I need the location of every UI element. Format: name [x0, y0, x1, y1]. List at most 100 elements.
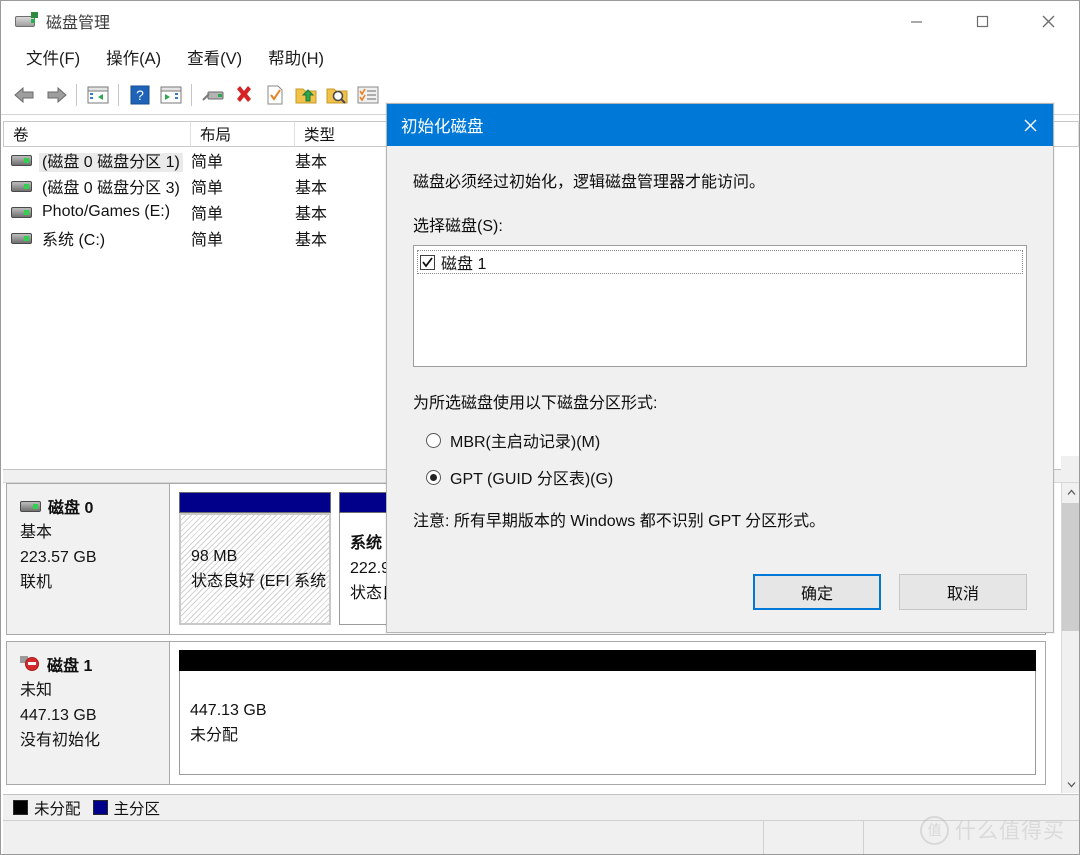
disk-management-icon	[15, 13, 37, 29]
cell-type: 基本	[295, 226, 397, 250]
watermark: 值 什么值得买	[920, 815, 1065, 845]
cell-layout: 简单	[191, 226, 295, 250]
toolbar-separator	[76, 84, 77, 106]
partition-bar	[179, 650, 1036, 671]
scrollbar-thumb[interactable]	[1062, 503, 1079, 631]
dialog-note: 注意: 所有早期版本的 Windows 都不识别 GPT 分区形式。	[413, 507, 1027, 531]
show-hide-action-pane-icon[interactable]	[155, 80, 186, 110]
disk-title-1: 磁盘 1	[20, 652, 169, 676]
column-header-layout[interactable]: 布局	[191, 121, 295, 147]
toolbar-separator	[118, 84, 119, 106]
disk-error-icon	[20, 656, 42, 672]
disk-icon	[11, 233, 32, 244]
toolbar-separator	[191, 84, 192, 106]
legend-item-primary: 主分区	[93, 797, 161, 819]
legend-swatch-unallocated	[13, 800, 28, 815]
disk-type-0: 基本	[20, 520, 169, 545]
legend-swatch-primary	[93, 800, 108, 815]
disk-name-1: 磁盘 1	[47, 652, 92, 676]
partition-unallocated[interactable]: 447.13 GB 未分配	[179, 650, 1036, 775]
cell-volume: 系统 (C:)	[39, 226, 191, 250]
dialog-title: 初始化磁盘	[387, 113, 484, 137]
list-item-label: 磁盘 1	[441, 250, 486, 274]
dialog-title-bar: 初始化磁盘	[387, 104, 1053, 146]
disk-status-0: 联机	[20, 570, 169, 595]
task-list-icon[interactable]	[352, 80, 383, 110]
partition-size: 98 MB	[191, 544, 329, 569]
maximize-icon[interactable]	[949, 1, 1015, 41]
disk-name-0: 磁盘 0	[48, 494, 93, 518]
minimize-icon[interactable]	[883, 1, 949, 41]
disk-management-window: 磁盘管理 文件(F) 操作(A) 查看(V) 帮助(H)	[0, 0, 1080, 855]
menu-item-file[interactable]: 文件(F)	[13, 42, 93, 73]
radio-option-gpt[interactable]: GPT (GUID 分区表)(G)	[413, 465, 1027, 489]
partition-efi[interactable]: 98 MB 状态良好 (EFI 系统	[179, 492, 331, 625]
legend-label-unallocated: 未分配	[34, 797, 81, 819]
close-icon[interactable]	[1007, 104, 1053, 146]
dialog-buttons: 确定 取消	[753, 574, 1027, 610]
partition-style-label: 为所选磁盘使用以下磁盘分区形式:	[413, 389, 1027, 413]
disk-icon	[11, 207, 32, 218]
partition-size: 447.13 GB	[190, 698, 1035, 723]
radio-label-gpt: GPT (GUID 分区表)(G)	[450, 465, 613, 489]
menu-item-action[interactable]: 操作(A)	[93, 42, 174, 73]
partition-body: 447.13 GB 未分配	[179, 671, 1036, 775]
legend: 未分配 主分区	[3, 794, 1079, 820]
disk-info-0[interactable]: 磁盘 0 基本 223.57 GB 联机	[7, 484, 170, 634]
disk-capacity-1: 447.13 GB	[20, 703, 169, 728]
properties-icon[interactable]	[259, 80, 290, 110]
forward-icon[interactable]	[40, 80, 71, 110]
scroll-up-icon[interactable]	[1062, 483, 1080, 501]
scroll-down-icon[interactable]	[1062, 775, 1080, 793]
disk-type-1: 未知	[20, 678, 169, 703]
legend-label-primary: 主分区	[114, 797, 161, 819]
back-icon[interactable]	[9, 80, 40, 110]
cell-type: 基本	[295, 174, 397, 198]
disk-listbox[interactable]: 磁盘 1	[413, 245, 1027, 367]
graphical-view-scrollbar[interactable]	[1061, 483, 1079, 793]
legend-item-unallocated: 未分配	[13, 797, 81, 819]
disk-info-1[interactable]: 磁盘 1 未知 447.13 GB 没有初始化	[7, 642, 170, 784]
close-icon[interactable]	[1015, 1, 1080, 41]
select-disk-label: 选择磁盘(S):	[413, 212, 1027, 236]
disk-strip-1[interactable]: 磁盘 1 未知 447.13 GB 没有初始化 447.13 GB 未分配	[6, 641, 1046, 785]
delete-icon[interactable]	[228, 80, 259, 110]
cell-volume: (磁盘 0 磁盘分区 1)	[39, 148, 191, 172]
disk-icon	[20, 501, 41, 512]
dialog-description: 磁盘必须经过初始化，逻辑磁盘管理器才能访问。	[413, 168, 1027, 192]
show-hide-console-tree-icon[interactable]	[82, 80, 113, 110]
ok-button[interactable]: 确定	[753, 574, 881, 610]
radio-option-mbr[interactable]: MBR(主启动记录)(M)	[413, 428, 1027, 452]
disk-status-1: 没有初始化	[20, 728, 169, 753]
menu-bar: 文件(F) 操作(A) 查看(V) 帮助(H)	[1, 41, 1080, 74]
dialog-body: 磁盘必须经过初始化，逻辑磁盘管理器才能访问。 选择磁盘(S): 磁盘 1 为所选…	[387, 146, 1053, 531]
disk-icon	[11, 155, 32, 166]
rescan-disks-icon[interactable]	[197, 80, 228, 110]
find-icon[interactable]	[321, 80, 352, 110]
column-header-type[interactable]: 类型	[295, 121, 397, 147]
cell-volume: Photo/Games (E:)	[39, 203, 191, 221]
radio-label-mbr: MBR(主启动记录)(M)	[450, 428, 600, 452]
title-bar: 磁盘管理	[1, 1, 1080, 41]
radio-mbr[interactable]	[426, 433, 441, 448]
watermark-logo: 值	[920, 816, 949, 845]
disk-checkbox[interactable]	[420, 255, 435, 270]
menu-item-help[interactable]: 帮助(H)	[255, 42, 337, 73]
export-list-icon[interactable]	[290, 80, 321, 110]
list-item[interactable]: 磁盘 1	[417, 250, 1023, 274]
initialize-disk-dialog: 初始化磁盘 磁盘必须经过初始化，逻辑磁盘管理器才能访问。 选择磁盘(S): 磁盘…	[386, 103, 1054, 633]
partition-body: 98 MB 状态良好 (EFI 系统	[179, 513, 331, 625]
menu-item-view[interactable]: 查看(V)	[174, 42, 255, 73]
partition-status: 状态良好 (EFI 系统	[191, 569, 329, 594]
cell-layout: 简单	[191, 148, 295, 172]
disk-capacity-0: 223.57 GB	[20, 545, 169, 570]
scrollbar-corner	[1061, 456, 1079, 470]
radio-gpt[interactable]	[426, 470, 441, 485]
help-icon[interactable]: ?	[124, 80, 155, 110]
column-header-volume[interactable]: 卷	[3, 121, 191, 147]
window-controls	[883, 1, 1080, 41]
cancel-button[interactable]: 取消	[899, 574, 1027, 610]
cell-type: 基本	[295, 200, 397, 224]
cell-type: 基本	[295, 148, 397, 172]
partition-status: 未分配	[190, 723, 1035, 748]
